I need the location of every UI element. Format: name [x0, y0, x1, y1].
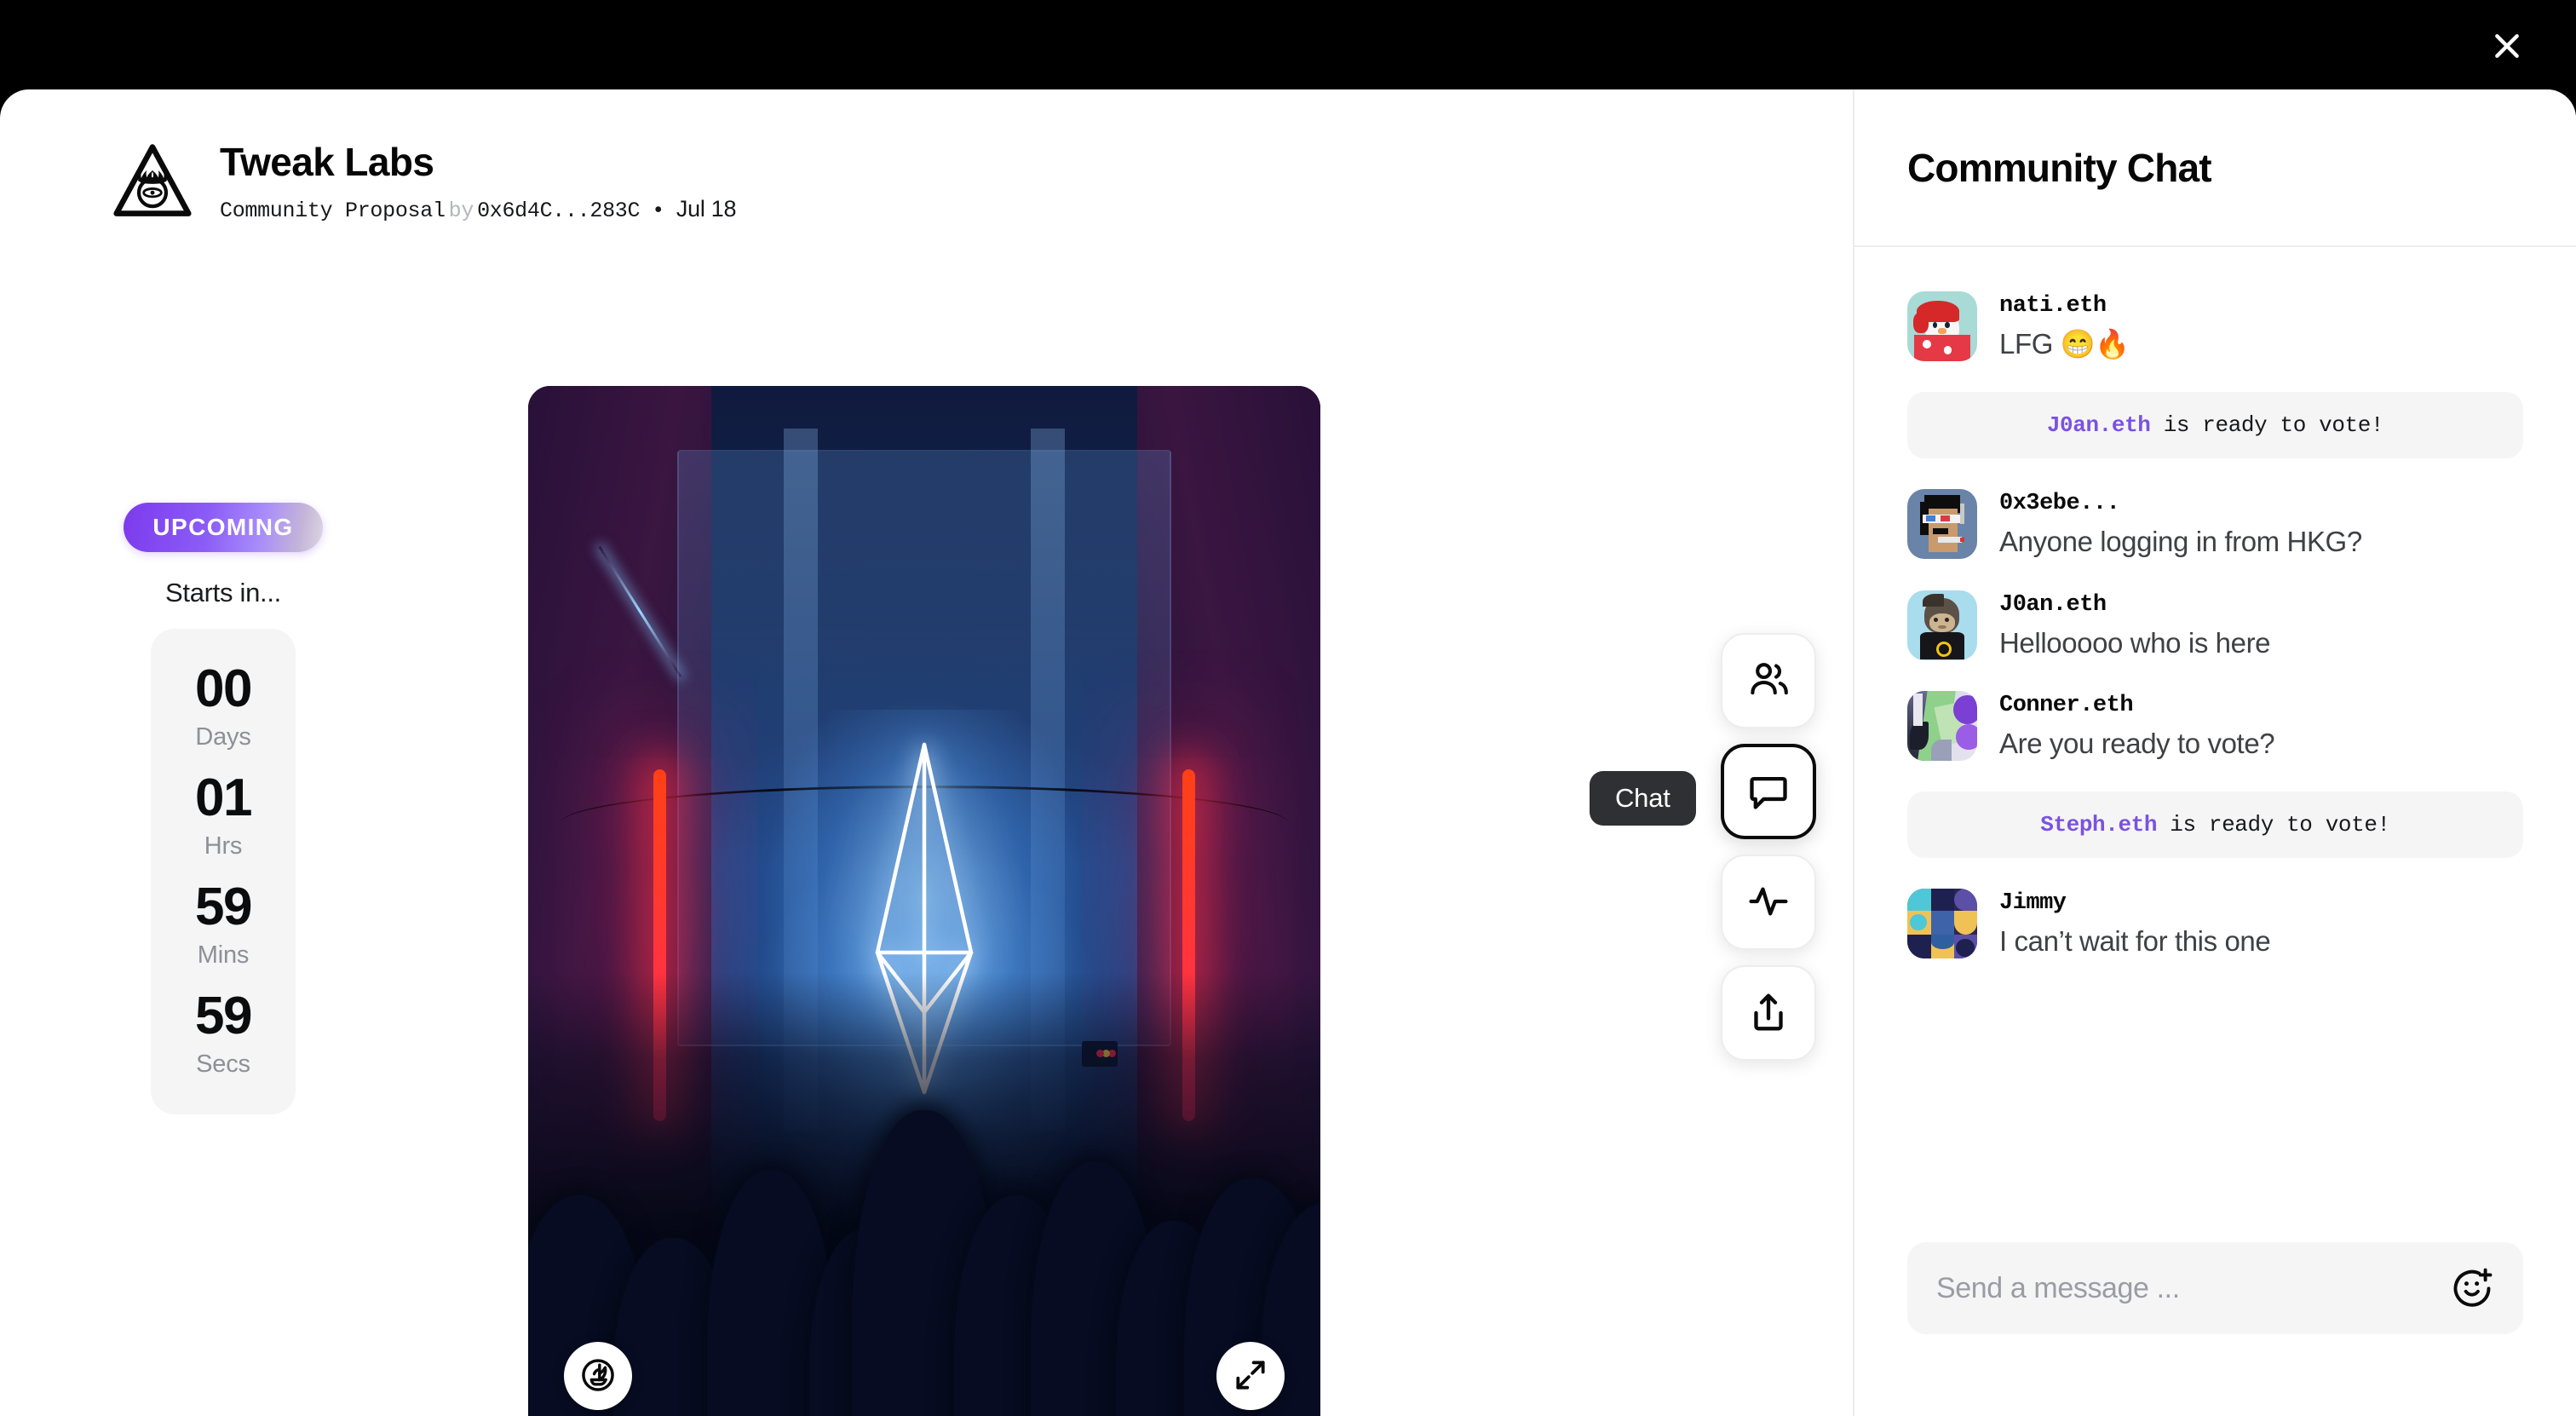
countdown-unit-secs: 59 Secs [195, 980, 252, 1089]
status-badge: UPCOMING [124, 503, 323, 552]
chat-username: Conner.eth [1999, 692, 2134, 718]
chat-message-text: LFG 😁🔥 [1999, 328, 2130, 360]
activity-pulse-icon [1746, 879, 1791, 926]
creator-address[interactable]: 0x6d4C...283C [477, 199, 640, 223]
chat-message-list[interactable]: nati.eth LFG 😁🔥 J0an.eth is ready to vot… [1854, 247, 2576, 1233]
countdown-card: 00 Days 01 Hrs 59 Mins 59 Secs [151, 629, 296, 1114]
geometric-mosaic-avatar[interactable] [1907, 889, 1977, 958]
share-button[interactable] [1721, 965, 1816, 1061]
chat-username: nati.eth [1999, 293, 2107, 319]
share-upload-icon [1746, 990, 1791, 1037]
chat-username: Jimmy [1999, 890, 2067, 916]
cryptopunk-3d-glasses-avatar[interactable] [1907, 489, 1977, 560]
chat-message: nati.eth LFG 😁🔥 [1907, 291, 2523, 361]
chat-message: Conner.eth Are you ready to vote? [1907, 690, 2523, 761]
chat-message-text: Anyone logging in from HKG? [1999, 526, 2362, 558]
opensea-boat-icon [579, 1356, 617, 1396]
close-button[interactable] [2479, 19, 2535, 75]
proposal-date: Jul 18 [676, 196, 737, 222]
chat-message-text: Hellooooo who is here [1999, 626, 2271, 659]
add-emoji-icon [2450, 1265, 2494, 1312]
proposal-header: Tweak Labs Community Proposal by 0x6d4C...… [112, 136, 736, 223]
chat-username: 0x3ebe... [1999, 491, 2120, 517]
proposal-meta: Community Proposal by 0x6d4C...283C • Jul 18 [220, 196, 736, 223]
chat-system-message: Steph.eth is ready to vote! [1907, 791, 2523, 858]
proposal-type: Community Proposal [220, 199, 446, 224]
chat-system-text: is ready to vote! [2170, 812, 2390, 838]
top-bar [0, 0, 2576, 94]
members-button[interactable] [1721, 633, 1816, 728]
chat-message: Jimmy I can’t wait for this one [1907, 889, 2523, 958]
page-title: Tweak Labs [220, 140, 434, 184]
community-chat-panel: Community Chat nati.eth LFG 😁🔥 J0an.eth … [1853, 89, 2576, 1416]
countdown-unit-mins: 59 Mins [195, 871, 252, 980]
countdown-value: 59 [195, 987, 252, 1045]
main-content: Tweak Labs Community Proposal by 0x6d4C...… [0, 89, 1853, 1416]
chat-message-text: I can’t wait for this one [1999, 925, 2271, 957]
countdown-label: Days [195, 723, 251, 751]
add-emoji-button[interactable] [2450, 1265, 2494, 1312]
chat-username: J0an.eth [1999, 591, 2107, 618]
countdown-value: 00 [195, 659, 252, 718]
chat-message: J0an.eth Hellooooo who is here [1907, 590, 2523, 660]
media-card[interactable] [528, 386, 1320, 1416]
opensea-boat-button[interactable] [564, 1342, 632, 1410]
meta-separator: • [652, 199, 664, 224]
countdown-label: Hrs [204, 832, 243, 860]
abstract-green-art-avatar[interactable] [1907, 690, 1977, 761]
event-artwork [528, 386, 1320, 1416]
proposal-modal: Tweak Labs Community Proposal by 0x6d4C...… [0, 89, 2576, 1416]
bored-ape-avatar[interactable] [1907, 590, 1977, 660]
countdown-label: Mins [197, 941, 250, 969]
action-rail [1721, 633, 1816, 1061]
countdown-unit-days: 00 Days [195, 653, 252, 762]
chat-message-text: Are you ready to vote? [1999, 727, 2275, 759]
starts-in-label: Starts in... [165, 578, 281, 607]
chat-system-text: is ready to vote! [2163, 412, 2384, 439]
chat-panel-header: Community Chat [1854, 89, 2576, 247]
activity-button[interactable] [1721, 855, 1816, 950]
expand-button[interactable] [1216, 1342, 1285, 1410]
expand-arrows-icon [1232, 1356, 1269, 1396]
countdown-label: Secs [196, 1050, 250, 1078]
chat-tooltip: Chat [1590, 771, 1696, 826]
proposal-header-text: Tweak Labs Community Proposal by 0x6d4C...… [220, 136, 736, 224]
flaming-eye-triangle-logo-icon [112, 141, 193, 222]
chat-message: 0x3ebe... Anyone logging in from HKG? [1907, 489, 2523, 560]
by-label: by [448, 199, 474, 224]
chat-input-bar[interactable] [1907, 1242, 2523, 1334]
countdown-section: UPCOMING Starts in... 00 Days 01 Hrs 59 … [100, 503, 347, 1114]
chat-system-message: J0an.eth is ready to vote! [1907, 392, 2523, 459]
countdown-value: 01 [195, 768, 252, 827]
chat-message-input[interactable] [1936, 1271, 2450, 1305]
countdown-value: 59 [195, 878, 252, 936]
countdown-unit-hrs: 01 Hrs [195, 762, 252, 871]
close-icon [2490, 29, 2524, 66]
chat-system-username: J0an.eth [2046, 412, 2151, 439]
chat-system-username: Steph.eth [2040, 812, 2158, 838]
chat-title: Community Chat [1907, 145, 2212, 190]
people-group-icon [1746, 658, 1791, 705]
chat-button[interactable] [1721, 744, 1816, 839]
penguin-red-bandana-avatar[interactable] [1907, 291, 1977, 361]
chat-bubble-icon [1746, 768, 1791, 815]
